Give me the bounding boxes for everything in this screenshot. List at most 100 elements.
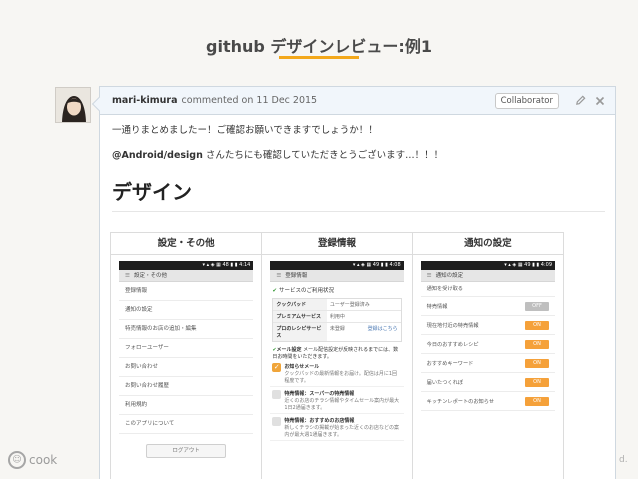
logout-button: ログアウト <box>145 444 227 458</box>
column-header: 設定・その他 <box>111 233 262 255</box>
table-value-cell: ユーザー登録済み <box>327 299 401 310</box>
app-bar: ☰ 通知の設定 <box>420 270 555 282</box>
list-item: このアプリについて <box>119 415 254 434</box>
service-table: クックパッド ユーザー登録済み プレミアムサービス 利用中 プロのレシピサービス 未登… <box>272 298 402 342</box>
status-bar: ▾ ▴ ◈ ▦ 48 ▮ ▮ 4:14 <box>119 261 254 270</box>
notification-row: おすすめキーワード ON <box>420 354 555 373</box>
mail-settings: ✔メール設定 メール配信設定が反映されるまでには、数日お時間をいただきます。 <box>270 346 403 360</box>
checkbox-unchecked-icon <box>272 417 282 426</box>
option-title: 特売情報：おすすめのお店情報 <box>284 418 355 424</box>
toggle-on: ON <box>525 396 549 406</box>
avatar-photo-icon <box>56 88 90 122</box>
list-item: 登録情報 <box>119 282 254 301</box>
list-item: 特売情報のお店の追加・編集 <box>119 320 254 339</box>
table-value-cell: 未登録 登録はこちら <box>327 323 401 341</box>
design-table: 設定・その他 ▾ ▴ ◈ ▦ 48 ▮ ▮ 4:14 ☰ 設定・その他 登録情報 … <box>110 232 564 479</box>
comment-body: 一通りまとめましたー！ご確認お願いできますでしょうか！！ @Android/de… <box>100 115 615 212</box>
screenshot-notifications: ▾ ▴ ◈ ▦ 49 ▮ ▮ 4:09 ☰ 通知の設定 通知を受け取る 特売情報 O… <box>420 261 555 479</box>
app-bar-title: 通知の設定 <box>435 273 464 279</box>
toggle-on: ON <box>525 339 549 349</box>
toggle-off: OFF <box>525 301 549 311</box>
list-item: お問い合わせ <box>119 358 254 377</box>
option-desc: 近くのお店のチラシ情報やタイムセール案内が最大1日2通届きます。 <box>284 398 400 411</box>
list-item: お問い合わせ履歴 <box>119 377 254 396</box>
column-registration: 登録情報 ▾ ▴ ◈ ▦ 49 ▮ ▮ 4:08 ☰ 登録情報 ✔ サービスのご利用… <box>262 233 413 479</box>
table-row: プレミアムサービス 利用中 <box>273 311 401 323</box>
service-section: ✔ サービスのご利用状況 <box>270 282 403 296</box>
mail-option: 特売情報：スーパーの特売情報 近くのお店のチラシ情報やタイムセール案内が最大1日2… <box>270 387 404 414</box>
checkbox-checked-icon: ✓ <box>272 363 282 372</box>
notification-row: キッチンレポートのお知らせ ON <box>420 392 555 411</box>
table-key: プレミアムサービス <box>273 311 327 322</box>
chef-hat-icon: ☺ <box>8 451 26 469</box>
status-bar: ▾ ▴ ◈ ▦ 49 ▮ ▮ 4:08 <box>270 261 404 270</box>
notification-label: おすすめキーワード <box>426 360 474 367</box>
notification-label: 現在地付近の特売情報 <box>426 322 479 329</box>
list-item: 通知の設定 <box>119 301 254 320</box>
notification-label: 特売情報 <box>426 303 448 310</box>
design-heading: デザイン <box>112 176 605 212</box>
column-header: 登録情報 <box>262 233 412 255</box>
screenshot-settings: ▾ ▴ ◈ ▦ 48 ▮ ▮ 4:14 ☰ 設定・その他 登録情報 通知の設定 特… <box>119 261 254 479</box>
app-bar-title: 設定・その他 <box>133 273 167 279</box>
check-icon: ✔ <box>272 288 277 294</box>
table-row: プロのレシピサービス 未登録 登録はこちら <box>273 323 400 341</box>
comment-header: mari-kimura commented on 11 Dec 2015 Col… <box>100 87 615 115</box>
menu-icon: ☰ <box>426 273 432 279</box>
notification-label: 今日のおすすめレシピ <box>426 341 479 348</box>
comment-line-2: @Android/design さんたちにも確認していただきとうございます…！！… <box>112 150 605 162</box>
notification-label: キッチンレポートのお知らせ <box>426 398 495 405</box>
team-mention[interactable]: @Android/design <box>112 150 203 161</box>
mail-option: ✓ お知らせメール クックパッドの最新情報をお届け。配信は月に1回程度です。 <box>270 360 404 387</box>
option-title: お知らせメール <box>284 364 320 370</box>
notification-label: 届いたつくれぽ <box>426 379 463 386</box>
app-bar-title: 登録情報 <box>285 273 308 279</box>
column-settings: 設定・その他 ▾ ▴ ◈ ▦ 48 ▮ ▮ 4:14 ☰ 設定・その他 登録情報 … <box>111 233 263 479</box>
avatar[interactable] <box>55 87 91 123</box>
screenshot-registration: ▾ ▴ ◈ ▦ 49 ▮ ▮ 4:08 ☰ 登録情報 ✔ サービスのご利用状況 クッ… <box>270 261 404 479</box>
collaborator-badge: Collaborator <box>494 92 559 109</box>
service-section-title: サービスのご利用状況 <box>278 288 334 294</box>
option-desc: 新しくチラシの掲載が始まった近くのお店などの案内が最大週1通届きます。 <box>284 425 400 438</box>
table-value-cell: 利用中 <box>327 311 401 322</box>
table-value: 利用中 <box>329 314 345 320</box>
comment-line-2-text: さんたちにも確認していただきとうございます…！！！ <box>202 150 444 162</box>
comment-line-1: 一通りまとめましたー！ご確認お願いできますでしょうか！！ <box>112 125 378 136</box>
option-desc: クックパッドの最新情報をお届け。配信は月に1回程度です。 <box>284 371 398 384</box>
slide-title: github デザインレビュー:例1 <box>206 37 432 56</box>
menu-icon: ☰ <box>276 273 282 279</box>
pencil-icon[interactable] <box>573 94 587 108</box>
column-notifications: 通知の設定 ▾ ▴ ◈ ▦ 49 ▮ ▮ 4:09 ☰ 通知の設定 通知を受け取る… <box>412 233 563 479</box>
status-bar: ▾ ▴ ◈ ▦ 49 ▮ ▮ 4:09 <box>420 261 555 270</box>
toggle-on: ON <box>525 358 549 368</box>
slide: github デザインレビュー:例1 mari-kimura commented… <box>0 0 638 479</box>
register-link: 登録はこちら <box>367 326 398 332</box>
list-item: 利用規約 <box>119 396 254 415</box>
menu-icon: ☰ <box>125 273 130 279</box>
toggle-on: ON <box>525 320 549 330</box>
notification-row: 特売情報 OFF <box>420 297 555 316</box>
column-header: 通知の設定 <box>412 233 563 255</box>
close-icon[interactable] <box>593 94 607 108</box>
footer-right-text: d. <box>619 455 628 465</box>
footer-logo-text: cook <box>29 453 58 467</box>
notification-subheader: 通知を受け取る <box>420 282 555 297</box>
mail-settings-title: メール設定 <box>276 347 302 353</box>
comment-author[interactable]: mari-kimura <box>112 95 178 106</box>
table-value: ユーザー登録済み <box>329 302 370 308</box>
checkbox-unchecked-icon <box>272 390 282 399</box>
comment-box: mari-kimura commented on 11 Dec 2015 Col… <box>99 86 616 479</box>
table-row: クックパッド ユーザー登録済み <box>273 299 401 311</box>
notification-row: 届いたつくれぽ ON <box>420 373 555 392</box>
table-value: 未登録 <box>329 326 345 332</box>
notification-row: 今日のおすすめレシピ ON <box>420 335 555 354</box>
footer-logo: ☺ cook <box>8 451 57 469</box>
option-title: 特売情報：スーパーの特売情報 <box>284 391 355 397</box>
table-key: クックパッド <box>273 299 327 310</box>
app-bar: ☰ 設定・その他 <box>119 270 254 282</box>
title-underline <box>279 56 359 59</box>
comment-meta: commented on 11 Dec 2015 <box>181 95 318 106</box>
table-key: プロのレシピサービス <box>273 323 327 341</box>
toggle-on: ON <box>525 377 549 387</box>
mail-option: 特売情報：おすすめのお店情報 新しくチラシの掲載が始まった近くのお店などの案内が最… <box>270 414 404 441</box>
